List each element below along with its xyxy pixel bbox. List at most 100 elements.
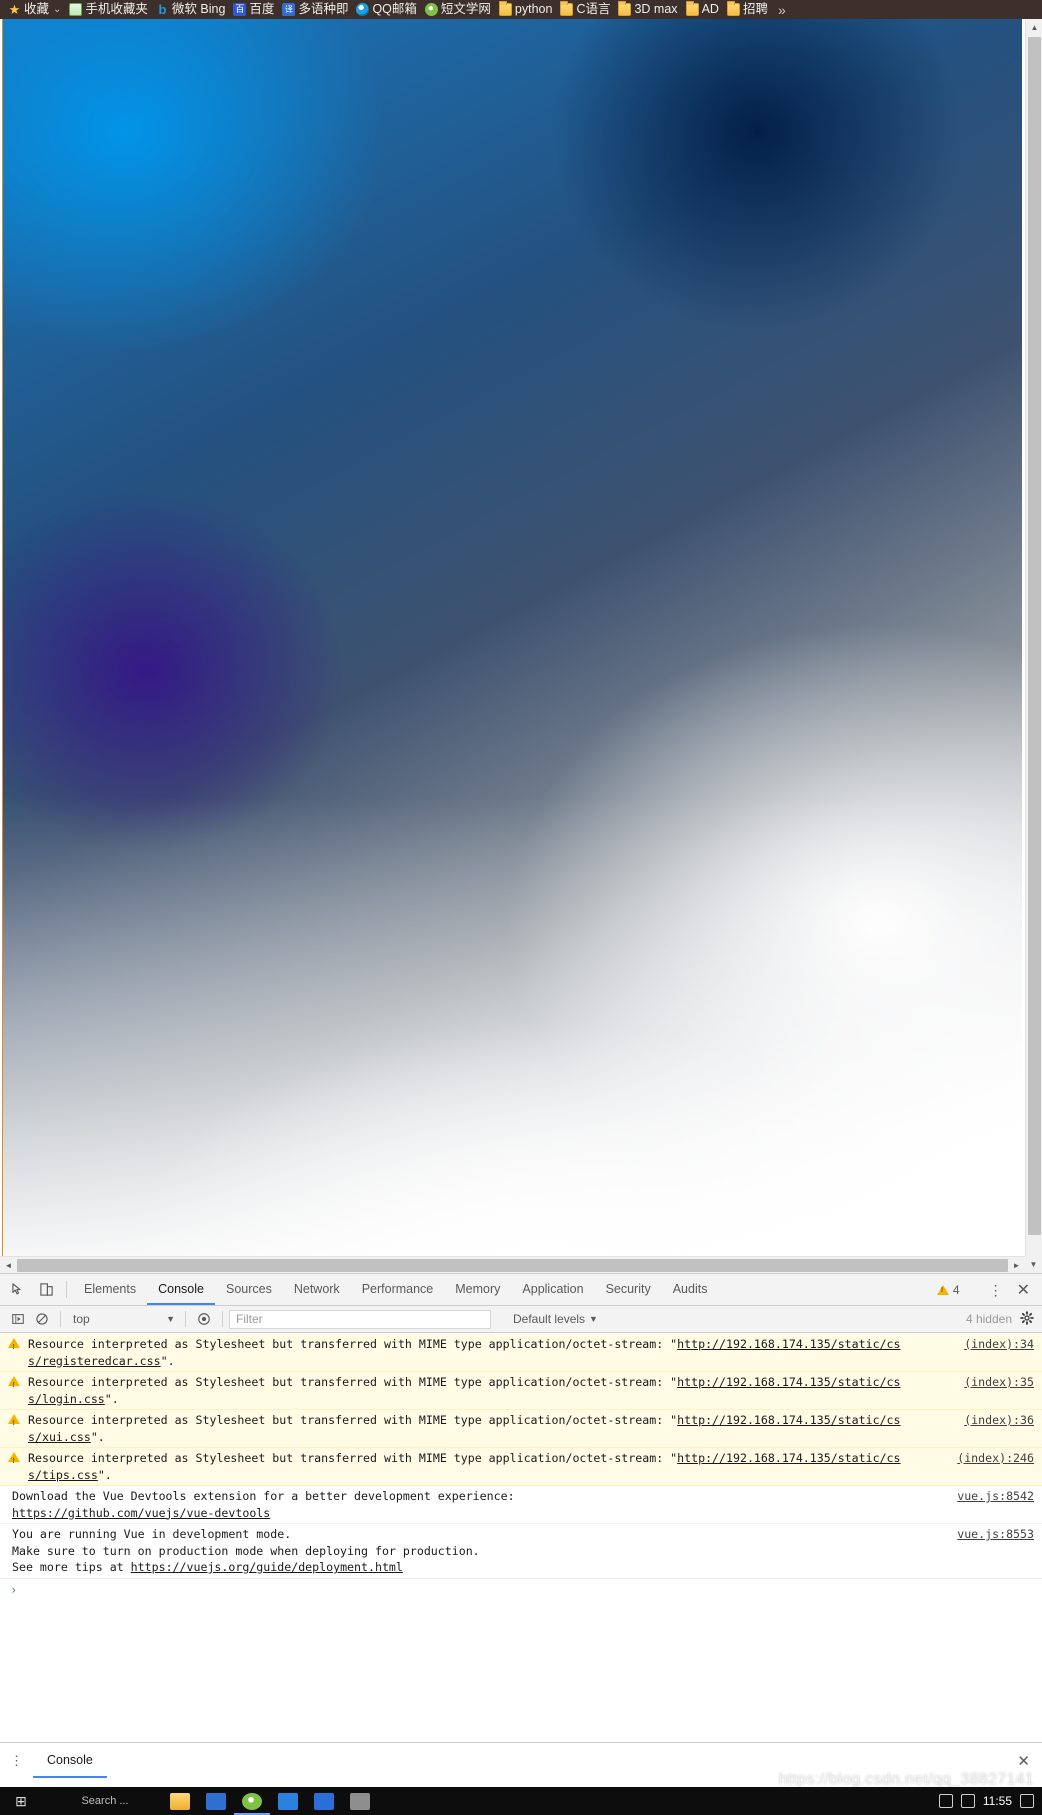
execute-icon[interactable] [6,1312,30,1326]
bookmark-item-11[interactable]: 招聘 [723,0,772,19]
app-icon [314,1792,334,1810]
drawer-close-icon[interactable]: ✕ [1017,1752,1042,1770]
bookmark-item-10[interactable]: AD [682,0,723,19]
console-message-list[interactable]: (index):34 Resource interpreted as Style… [0,1334,1042,1726]
warning-triangle-icon [8,1452,20,1471]
message-source-link[interactable]: (index):246 [957,1450,1034,1467]
drawer-tab-console[interactable]: Console [33,1743,107,1778]
tab-application[interactable]: Application [511,1274,594,1305]
tab-elements[interactable]: Elements [73,1274,147,1305]
tab-security[interactable]: Security [595,1274,662,1305]
bookmark-item-5[interactable]: QQ邮箱 [352,0,420,19]
console-filter-input[interactable] [229,1309,491,1329]
message-source-link[interactable]: (index):35 [964,1374,1034,1391]
folder-icon [618,1,632,16]
console-input-prompt[interactable]: › [0,1579,1042,1602]
devtools-drawer: ⋮ Console ✕ [0,1742,1042,1778]
bookmark-item-0[interactable]: ★ 收藏 ⌄ [4,0,65,19]
inspect-element-icon[interactable] [4,1274,32,1305]
warning-triangle-icon [8,1376,20,1395]
taskbar-search-input[interactable]: Search ... [42,1787,162,1815]
notification-center-icon[interactable] [1020,1794,1034,1808]
tray-icon[interactable] [938,1794,953,1808]
console-message-info[interactable]: vue.js:8553 You are running Vue in devel… [0,1524,1042,1579]
devtools-tabbar-right: 4 ⋮ ✕ [936,1274,1042,1305]
page-vertical-scrollbar[interactable]: ▲ ▼ [1025,19,1042,1273]
tab-performance[interactable]: Performance [351,1274,445,1305]
drawer-more-menu-icon[interactable]: ⋮ [6,1754,33,1767]
message-source-link[interactable]: (index):36 [964,1412,1034,1429]
scroll-up-arrow-icon[interactable]: ▲ [1026,19,1042,36]
bookmark-label: 手机收藏夹 [85,2,148,16]
bookmark-label: AD [701,2,719,16]
console-message-warning[interactable]: (index):246 Resource interpreted as Styl… [0,1448,1042,1486]
bookmark-item-6[interactable]: 短文学网 [421,0,495,19]
warning-count-label: 4 [952,1282,960,1297]
bookmark-label: 微软 Bing [171,2,226,16]
scroll-left-arrow-icon[interactable]: ◄ [0,1257,17,1274]
console-message-warning[interactable]: (index):35 Resource interpreted as Style… [0,1372,1042,1410]
warning-triangle-icon [8,1414,20,1433]
folder-icon [560,1,574,16]
console-message-info[interactable]: vue.js:8542 Download the Vue Devtools ex… [0,1486,1042,1524]
taskbar-item-file-explorer[interactable] [162,1787,198,1815]
bookmark-label: 多语种即 [298,2,349,16]
bookmark-item-9[interactable]: 3D max [614,0,681,19]
tab-label: Application [522,1281,584,1296]
execution-context-select[interactable]: top ▼ [67,1312,179,1326]
tab-audits[interactable]: Audits [662,1274,719,1305]
message-source-link[interactable]: vue.js:8542 [957,1488,1034,1505]
chevron-down-icon[interactable]: ⌄ [53,0,61,19]
bookmark-item-2[interactable]: b 微软 Bing [152,0,230,19]
gear-icon[interactable] [1020,1310,1034,1328]
message-url-link[interactable]: https://github.com/vuejs/vue-devtools [12,1506,270,1520]
bookmark-item-3[interactable]: 百百度 [229,0,278,19]
log-levels-select[interactable]: Default levels ▼ [513,1312,598,1326]
drawer-tab-label: Console [47,1752,93,1767]
taskbar-clock[interactable]: 11:55 [983,1795,1012,1807]
taskbar-item-app-blue2[interactable] [270,1787,306,1815]
devtools-more-menu-icon[interactable]: ⋮ [981,1283,1011,1297]
horizontal-scroll-thumb[interactable] [17,1258,1008,1272]
console-message-warning[interactable]: (index):34 Resource interpreted as Style… [0,1334,1042,1372]
tab-memory[interactable]: Memory [444,1274,511,1305]
vertical-scroll-thumb[interactable] [1028,37,1041,1235]
app-icon [206,1792,226,1810]
tab-sources[interactable]: Sources [215,1274,283,1305]
tab-label: Security [605,1281,651,1296]
bookmark-label: 百度 [249,2,275,16]
folder-icon [170,1792,190,1810]
duanwen-icon [424,3,438,16]
taskbar-item-app-gray[interactable] [342,1787,378,1815]
bookmark-overflow-icon[interactable]: » [772,2,792,18]
tab-network[interactable]: Network [283,1274,351,1305]
tab-label: Audits [672,1281,708,1296]
scroll-right-arrow-icon[interactable]: ► [1008,1257,1025,1274]
app-icon [278,1792,298,1810]
taskbar-item-app-blue3[interactable] [306,1787,342,1815]
warning-count-badge[interactable]: 4 [936,1282,968,1297]
tray-icon[interactable] [960,1794,975,1808]
taskbar-item-app-blue[interactable] [198,1787,234,1815]
folder-icon [498,1,512,16]
tab-console[interactable]: Console [147,1274,215,1305]
bookmark-item-1[interactable]: 手机收藏夹 [65,0,152,19]
start-button-icon[interactable]: ⊞ [0,1787,42,1815]
devtools-close-icon[interactable]: ✕ [1011,1280,1036,1300]
bookmark-item-8[interactable]: C语言 [556,0,614,19]
taskbar-item-app-green[interactable] [234,1787,270,1815]
tab-label: Memory [455,1281,501,1296]
page-viewport [0,19,1042,1273]
console-message-warning[interactable]: (index):36 Resource interpreted as Style… [0,1410,1042,1448]
message-text-post: ". [97,1467,112,1482]
toggle-device-toolbar-icon[interactable] [32,1274,60,1305]
message-url-link[interactable]: https://vuejs.org/guide/deployment.html [131,1560,403,1574]
bookmark-item-7[interactable]: python [495,0,557,19]
message-source-link[interactable]: (index):34 [964,1336,1034,1353]
bookmark-item-4[interactable]: 译多语种即 [278,0,352,19]
clear-console-icon[interactable] [30,1312,54,1326]
live-expression-icon[interactable] [192,1312,216,1326]
message-text-post: ". [104,1391,119,1406]
message-source-link[interactable]: vue.js:8553 [957,1526,1034,1543]
page-horizontal-scrollbar[interactable]: ◄ ► [0,1256,1025,1273]
